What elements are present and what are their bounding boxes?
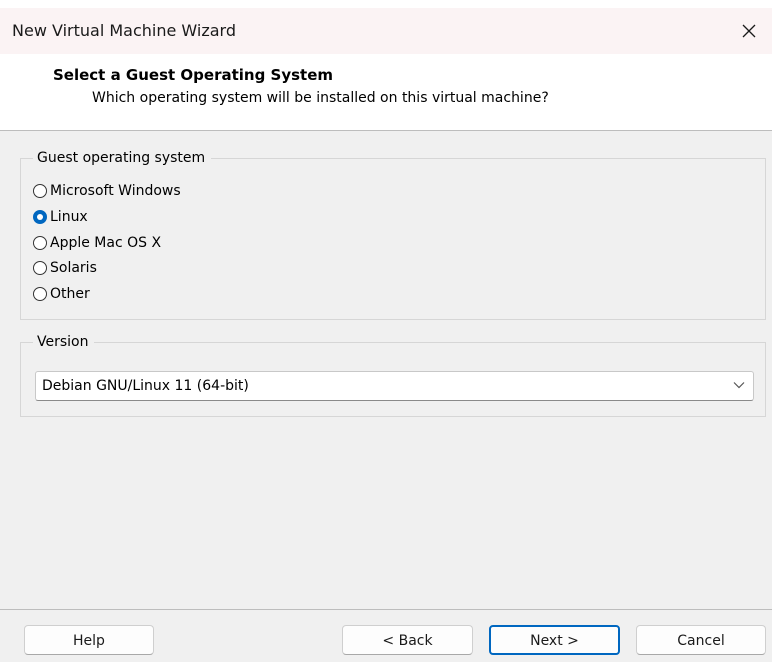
guest-os-legend: Guest operating system [33, 149, 212, 167]
guest-os-group: Guest operating system Microsoft Windows… [20, 149, 766, 320]
next-button[interactable]: Next > [489, 625, 620, 655]
radio-button[interactable] [33, 236, 47, 250]
back-button[interactable]: < Back [342, 625, 473, 655]
radio-button[interactable] [33, 287, 47, 301]
title-bar: New Virtual Machine Wizard [0, 8, 772, 54]
version-group: Version Debian GNU/Linux 11 (64-bit) [20, 333, 766, 417]
radio-solaris[interactable]: Solaris [33, 256, 97, 280]
radio-label: Other [50, 286, 90, 302]
footer-divider [0, 609, 772, 610]
version-dropdown[interactable]: Debian GNU/Linux 11 (64-bit) [35, 371, 754, 401]
cancel-button[interactable]: Cancel [636, 625, 766, 655]
radio-button[interactable] [33, 184, 47, 198]
wizard-window: New Virtual Machine Wizard Select a Gues… [0, 0, 772, 662]
radio-other[interactable]: Other [33, 282, 90, 306]
version-legend: Version [33, 333, 95, 351]
top-strip [0, 0, 772, 8]
radio-linux[interactable]: Linux [33, 205, 88, 229]
radio-label: Solaris [50, 260, 97, 276]
radio-label: Linux [50, 209, 88, 225]
page-title: Select a Guest Operating System [53, 66, 334, 84]
window-title: New Virtual Machine Wizard [12, 21, 236, 40]
version-selected-value: Debian GNU/Linux 11 (64-bit) [42, 378, 249, 394]
close-button[interactable] [726, 8, 772, 54]
help-button[interactable]: Help [24, 625, 154, 655]
radio-apple-mac-os-x[interactable]: Apple Mac OS X [33, 231, 161, 255]
radio-microsoft-windows[interactable]: Microsoft Windows [33, 179, 181, 203]
chevron-down-icon [733, 382, 745, 389]
radio-button-selected[interactable] [33, 210, 47, 224]
radio-label: Microsoft Windows [50, 183, 181, 199]
close-icon [742, 24, 756, 38]
radio-button[interactable] [33, 261, 47, 275]
page-subtitle: Which operating system will be installed… [92, 90, 549, 106]
wizard-header: Select a Guest Operating System Which op… [0, 54, 772, 131]
radio-label: Apple Mac OS X [50, 235, 162, 251]
